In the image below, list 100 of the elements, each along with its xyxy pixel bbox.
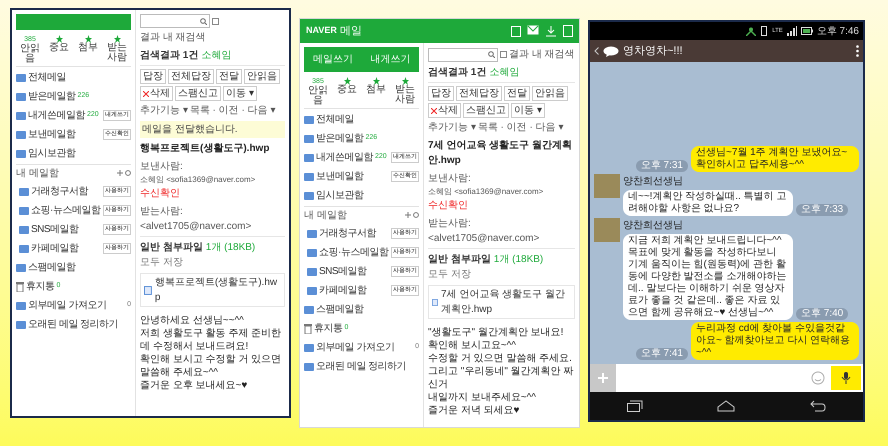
folder-item[interactable]: 거래청구서함	[31, 184, 88, 199]
filter-button[interactable]: 중요	[333, 77, 361, 106]
folder-item[interactable]: 임시보관함	[316, 188, 364, 203]
mail-subject: 7세 언어교육 생활도구 월간계획안.hwp	[428, 139, 573, 168]
home-icon[interactable]	[717, 400, 736, 412]
body-text: 저희 생활도구 활동 주제 준비한데 수정해서 보내드려요!	[140, 327, 282, 353]
settings-icon[interactable]	[125, 170, 131, 176]
body-text: 내일까지 보내주세요~^^	[428, 391, 538, 404]
search-field[interactable]	[140, 14, 210, 28]
delete-button[interactable]: 삭제	[428, 103, 461, 118]
toolbar-button[interactable]: 답장	[428, 86, 454, 101]
filter-button[interactable]: 받는사람	[391, 77, 419, 106]
download-icon[interactable]	[545, 25, 557, 37]
folder-item[interactable]: 거래청구서함	[319, 226, 376, 241]
search-field[interactable]	[428, 48, 498, 62]
save-all-link[interactable]: 모두 저장	[140, 255, 183, 270]
folder-item[interactable]: 카페메일함	[31, 241, 78, 256]
profile-photo-placeholder	[594, 174, 620, 198]
person-icon	[746, 26, 756, 36]
folder-item[interactable]: 쇼핑·뉴스메일함	[31, 203, 100, 218]
folder-item[interactable]: 받은메일함	[316, 131, 364, 146]
filter-button[interactable]: 첨부	[74, 35, 102, 64]
toolbar-button[interactable]: 이동 ▾	[511, 103, 545, 118]
folder-item[interactable]: 외부메일 가져오기	[28, 298, 106, 313]
trash-icon	[304, 324, 312, 334]
plus-icon[interactable]	[117, 170, 123, 176]
emoji-icon	[811, 371, 825, 385]
star-icon	[372, 77, 380, 85]
plus-icon[interactable]	[405, 212, 411, 218]
more-icon[interactable]	[856, 45, 859, 57]
toolbar-link[interactable]: 목록 · 이전 · 다음 ▾	[190, 103, 276, 118]
sender-address: 소혜임 <sofia1369@naver.com>	[140, 174, 256, 186]
filter-button[interactable]: 첨부	[362, 77, 390, 106]
message-time: 오후 7:40	[796, 308, 848, 320]
section-label: 내 메일함	[304, 208, 347, 222]
back-icon[interactable]	[810, 400, 826, 412]
toolbar-button[interactable]: 안읽음	[532, 86, 568, 101]
toolbar-link[interactable]: 추가기능 ▾	[140, 103, 188, 118]
folder-item[interactable]: 내게쓴메일함	[28, 108, 85, 123]
microphone-icon	[841, 372, 851, 384]
settings-icon[interactable]	[413, 212, 419, 218]
checkbox[interactable]	[212, 18, 219, 24]
body-text: 즐거운 저녁 되세요♥	[428, 404, 520, 417]
toolbar-button[interactable]: 전체답장	[456, 86, 502, 101]
body-text: 수정할 거 있으면 말씀해 주세요.	[428, 352, 573, 365]
envelope-icon[interactable]	[527, 25, 539, 35]
body-text: 확인해 보시고요~^^	[428, 339, 518, 352]
read-receipt-link[interactable]: 수신확인	[428, 198, 468, 213]
folder-item[interactable]: 오래된 메일 정리하기	[316, 359, 406, 374]
save-all-link[interactable]: 모두 저장	[428, 267, 471, 282]
folder-item[interactable]: 스팸메일함	[316, 302, 364, 317]
toolbar-button[interactable]: 답장	[140, 69, 166, 84]
folder-item[interactable]: 받은메일함	[28, 89, 76, 104]
body-text: 확인해 보시고 수정할 거 있으면 말씀해 주세요~^^	[140, 353, 282, 379]
toolbar-link[interactable]: 추가기능 ▾	[428, 120, 476, 135]
filter-button[interactable]: 중요	[45, 35, 73, 64]
chat-title: 영차영차~!!!	[623, 44, 683, 59]
filter-label: 중요	[337, 85, 357, 95]
back-icon[interactable]	[594, 47, 599, 55]
folder-item[interactable]: 보낸메일함	[316, 169, 364, 184]
attachment-count: 1개 (18KB)	[206, 241, 256, 255]
folder-item[interactable]: 임시보관함	[28, 146, 76, 161]
folder-item[interactable]: 카페메일함	[319, 283, 366, 298]
folder-item[interactable]: 스팸메일함	[28, 260, 76, 275]
folder-item[interactable]: 휴지통	[26, 279, 54, 294]
folder-item[interactable]: 오래된 메일 정리하기	[28, 317, 118, 332]
sender-name: 양찬희선생님	[623, 175, 684, 189]
delete-button[interactable]: 삭제	[140, 86, 173, 101]
folder-item[interactable]: 보낸메일함	[28, 127, 76, 142]
recent-apps-icon[interactable]	[627, 400, 644, 412]
logo-text: NAVER	[306, 24, 337, 38]
body-text: 그리고 "우리동네" 월간계획안 짜신거	[428, 365, 574, 391]
folder-item[interactable]: SNS메일함	[319, 264, 367, 279]
profile-photo-placeholder	[594, 218, 620, 242]
toolbar-button[interactable]: 전체답장	[168, 69, 214, 84]
toolbar-button[interactable]: 전달	[216, 69, 242, 84]
checkbox[interactable]	[500, 51, 507, 58]
folder-item[interactable]: 전체메일	[28, 70, 66, 85]
toolbar-button[interactable]: 전달	[504, 86, 530, 101]
clock: 오후 7:46	[816, 24, 859, 38]
filter-button[interactable]: 받는사람	[103, 35, 131, 64]
folder-item[interactable]: 전체메일	[316, 112, 354, 127]
toolbar-button[interactable]: 이동 ▾	[223, 86, 257, 101]
toolbar-button[interactable]: 안읽음	[244, 69, 280, 84]
folder-item[interactable]: 휴지통	[314, 321, 342, 336]
signal-icon	[786, 26, 797, 36]
folder-item[interactable]: 외부메일 가져오기	[316, 340, 394, 355]
body-text: 즐거운 오후 보내세요~♥	[140, 379, 248, 392]
sender-label: 보낸사람:	[140, 160, 183, 174]
toolbar-link[interactable]: 목록 · 이전 · 다음 ▾	[478, 120, 564, 135]
section-label: 내 메일함	[16, 166, 59, 180]
toolbar-button[interactable]: 스팸신고	[463, 103, 509, 118]
folder-item[interactable]: 쇼핑·뉴스메일함	[319, 245, 388, 260]
folder-item[interactable]: 내게쓴메일함	[316, 150, 373, 165]
folder-item[interactable]: SNS메일함	[31, 222, 79, 237]
results-count: 검색결과 1건	[428, 66, 486, 80]
read-receipt-link[interactable]: 수신확인	[140, 186, 180, 201]
voice-button[interactable]	[831, 366, 861, 390]
search-query: 소혜임	[201, 49, 232, 63]
toolbar-button[interactable]: 스팸신고	[175, 86, 221, 101]
